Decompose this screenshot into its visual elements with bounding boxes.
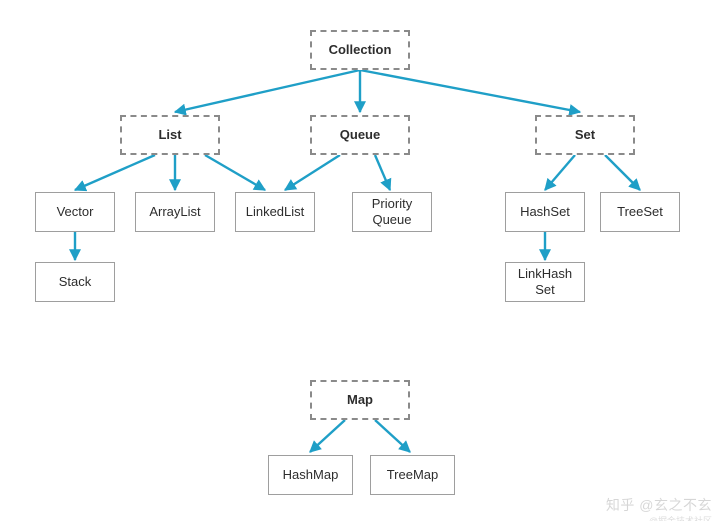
- node-label: Map: [347, 392, 373, 408]
- node-collection: Collection: [310, 30, 410, 70]
- watermark-sub: @掘金技术社区: [649, 514, 712, 521]
- watermark: 知乎 @玄之不玄: [606, 495, 712, 515]
- node-label: HashSet: [520, 204, 570, 220]
- node-label: TreeSet: [617, 204, 663, 220]
- node-label: Vector: [57, 204, 94, 220]
- node-label: ArrayList: [149, 204, 200, 220]
- node-stack: Stack: [35, 262, 115, 302]
- node-label: Queue: [340, 127, 380, 143]
- watermark-text: 知乎 @玄之不玄: [606, 497, 712, 513]
- edge-collection-set: [360, 70, 580, 112]
- diagram-canvas: Collection List Queue Set Vector ArrayLi…: [0, 0, 720, 521]
- node-set: Set: [535, 115, 635, 155]
- node-treemap: TreeMap: [370, 455, 455, 495]
- node-label: PriorityQueue: [372, 196, 412, 227]
- node-treeset: TreeSet: [600, 192, 680, 232]
- node-label: LinkedList: [246, 204, 305, 220]
- node-hashset: HashSet: [505, 192, 585, 232]
- edge-queue-linkedlist: [285, 155, 340, 190]
- edge-map-hashmap: [310, 420, 345, 452]
- node-label: LinkHashSet: [518, 266, 572, 297]
- node-linkhashset: LinkHashSet: [505, 262, 585, 302]
- edge-queue-priorityqueue: [375, 155, 390, 190]
- node-map: Map: [310, 380, 410, 420]
- node-hashmap: HashMap: [268, 455, 353, 495]
- edge-list-linkedlist: [205, 155, 265, 190]
- edge-list-vector: [75, 155, 155, 190]
- edge-set-treeset: [605, 155, 640, 190]
- node-arraylist: ArrayList: [135, 192, 215, 232]
- node-vector: Vector: [35, 192, 115, 232]
- edges-layer: [0, 0, 720, 521]
- node-label: TreeMap: [387, 467, 439, 483]
- node-label: Stack: [59, 274, 92, 290]
- edge-map-treemap: [375, 420, 410, 452]
- node-list: List: [120, 115, 220, 155]
- node-label: Set: [575, 127, 595, 143]
- edge-collection-list: [175, 70, 360, 112]
- watermark-sub-text: @掘金技术社区: [649, 516, 712, 521]
- node-queue: Queue: [310, 115, 410, 155]
- node-priorityqueue: PriorityQueue: [352, 192, 432, 232]
- node-label: Collection: [329, 42, 392, 58]
- edge-set-hashset: [545, 155, 575, 190]
- node-label: List: [158, 127, 181, 143]
- node-label: HashMap: [283, 467, 339, 483]
- node-linkedlist: LinkedList: [235, 192, 315, 232]
